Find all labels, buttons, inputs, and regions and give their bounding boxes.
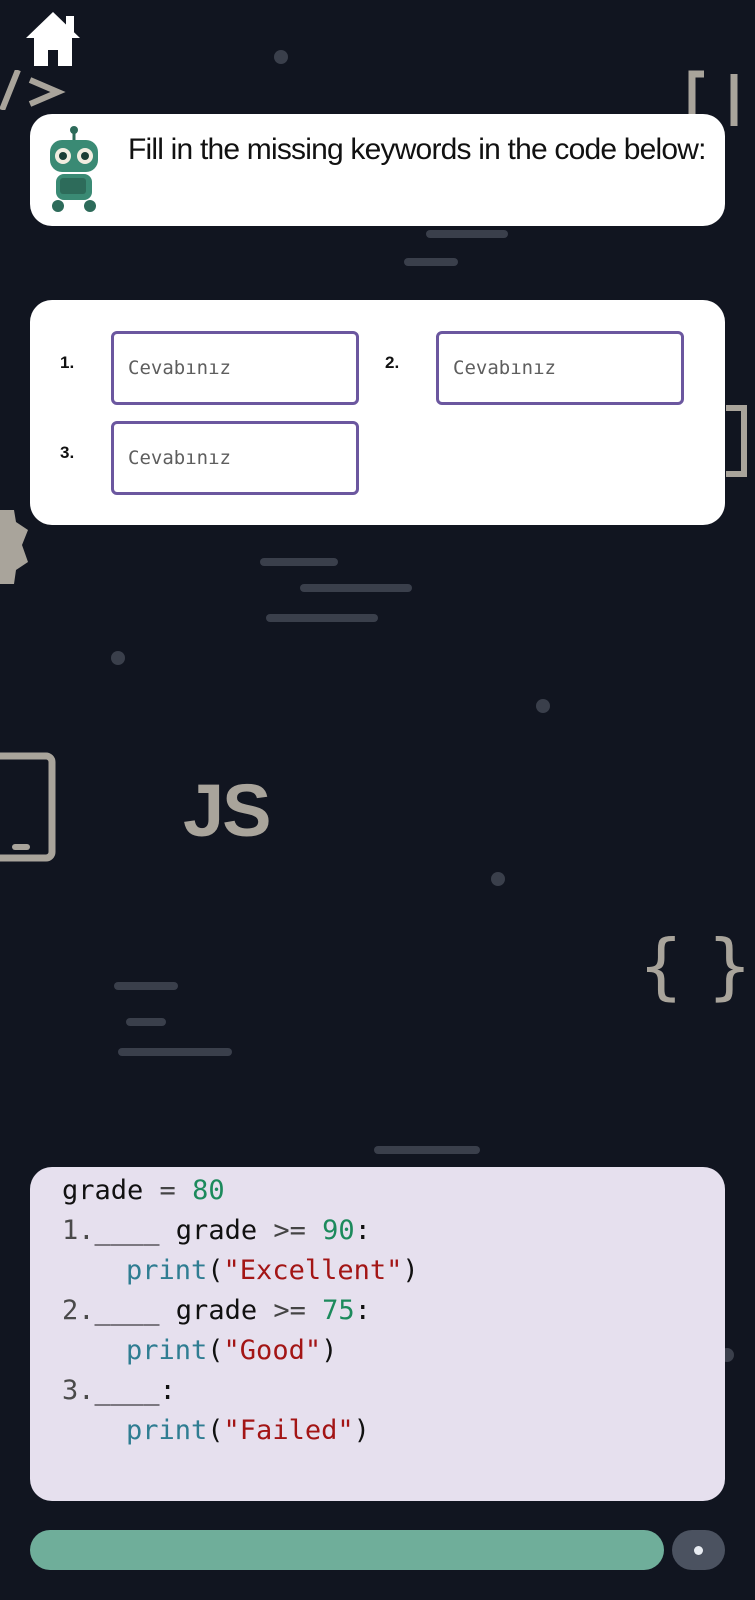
code-block: grade = 80 1.____ grade >= 90: print("Ex… bbox=[30, 1167, 725, 1501]
tablet-decoration bbox=[0, 752, 60, 862]
deco-dot bbox=[536, 699, 550, 713]
deco-line bbox=[300, 584, 412, 592]
deco-line bbox=[114, 982, 178, 990]
answers-card: 1. 2. 3. bbox=[30, 300, 725, 525]
robot-mascot-icon bbox=[42, 126, 106, 214]
answer-1-number: 1. bbox=[60, 353, 75, 372]
answer-2-number: 2. bbox=[385, 353, 400, 372]
code-line: 2.____ grade >= 75: bbox=[62, 1295, 371, 1326]
deco-line bbox=[260, 558, 338, 566]
js-logo-decoration: JS bbox=[183, 769, 272, 852]
deco-line bbox=[404, 258, 458, 266]
answer-2-input[interactable] bbox=[436, 331, 684, 405]
bracket-right-decoration bbox=[722, 404, 755, 478]
deco-dot bbox=[491, 872, 505, 886]
deco-line bbox=[126, 1018, 166, 1026]
code-line: 1.____ grade >= 90: bbox=[62, 1215, 371, 1246]
answer-1-input[interactable] bbox=[111, 331, 359, 405]
code-symbol-decoration bbox=[0, 68, 70, 112]
instruction-text: Fill in the missing keywords in the code… bbox=[128, 133, 706, 166]
code-line: print("Good") bbox=[126, 1335, 338, 1366]
answer-3-input[interactable] bbox=[111, 421, 359, 495]
next-button[interactable] bbox=[672, 1530, 725, 1570]
next-dot-icon bbox=[694, 1546, 703, 1555]
code-line: print("Excellent") bbox=[126, 1255, 419, 1286]
answer-3-number: 3. bbox=[60, 443, 75, 462]
deco-line bbox=[426, 230, 508, 238]
home-icon[interactable] bbox=[22, 8, 84, 70]
gear-decoration bbox=[0, 500, 30, 595]
braces-decoration: { } bbox=[638, 924, 753, 1008]
instruction-card: Fill in the missing keywords in the code… bbox=[30, 114, 725, 226]
code-line: print("Failed") bbox=[126, 1415, 370, 1446]
deco-line bbox=[118, 1048, 232, 1056]
code-line: grade = 80 bbox=[62, 1175, 225, 1206]
deco-line bbox=[266, 614, 378, 622]
deco-dot bbox=[111, 651, 125, 665]
deco-line bbox=[374, 1146, 480, 1154]
deco-dot bbox=[274, 50, 288, 64]
code-line: 3.____: bbox=[62, 1375, 176, 1406]
progress-bar bbox=[30, 1530, 664, 1570]
